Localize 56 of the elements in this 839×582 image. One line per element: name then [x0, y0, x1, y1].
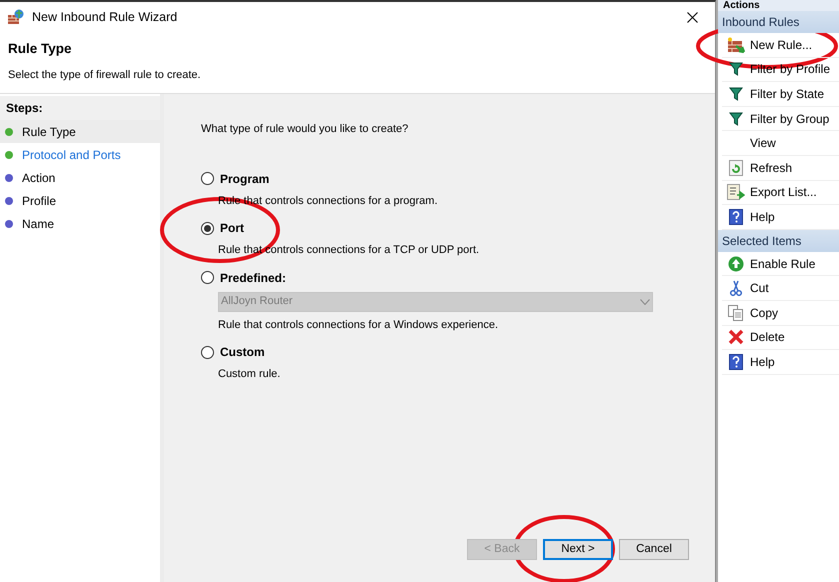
pane-menu-item[interactable]: Enable Rule [722, 252, 839, 276]
pane-menu-item[interactable]: Filter by Group [722, 106, 839, 132]
step-item[interactable]: Name [0, 212, 160, 235]
question-text: What type of rule would you like to create? [201, 122, 410, 137]
help-icon [729, 354, 743, 370]
radio-button[interactable] [201, 271, 214, 284]
step-item[interactable]: Action [0, 166, 160, 189]
step-label: Action [22, 170, 56, 186]
section-header: Inbound Rules [718, 11, 839, 33]
wizard-button[interactable]: Cancel [619, 539, 689, 560]
window-title: New Inbound Rule Wizard [32, 8, 178, 26]
step-label: Profile [22, 192, 56, 210]
actions-header: Actions [718, 0, 839, 11]
steps-label: Steps: [0, 96, 160, 120]
step-label: Name [22, 216, 54, 232]
radio-button[interactable] [201, 222, 214, 234]
option-label: Port [220, 220, 244, 237]
pane-menu-item[interactable]: Copy [722, 300, 839, 326]
section-header: Selected Items [718, 230, 839, 252]
export-list-icon [727, 184, 745, 200]
filter-icon [729, 86, 743, 101]
step-item[interactable]: Rule Type [0, 120, 160, 143]
delete-icon [728, 329, 744, 346]
option-label: Custom [220, 344, 265, 361]
scissors-icon [729, 280, 743, 296]
pane-menu-item[interactable]: Filter by State [722, 82, 839, 107]
pane-menu-item[interactable]: View [722, 131, 839, 156]
option-description: Custom rule. [218, 368, 280, 380]
option-description: Rule that controls connections for a TCP or UDP port. [218, 244, 480, 256]
pane-menu-item[interactable]: Help [722, 350, 839, 375]
pane-menu-item[interactable]: Cut [722, 276, 839, 301]
brick-wall-icon [727, 36, 745, 53]
pane-menu-item[interactable]: Export List... [722, 180, 839, 206]
step-item[interactable]: Profile [0, 189, 160, 212]
filter-icon [729, 112, 743, 126]
close-icon [686, 12, 698, 22]
step-label: Protocol and Ports [22, 146, 121, 164]
page-subtitle: Select the type of firewall rule to create. [8, 68, 202, 84]
dropdown-value: AllJoyn Router [221, 294, 293, 310]
chevron-down-icon [640, 298, 650, 304]
step-item[interactable]: Protocol and Ports [0, 143, 160, 166]
refresh-icon [729, 160, 743, 176]
option-label: Program [220, 170, 270, 188]
pane-menu-item[interactable]: Refresh [722, 156, 839, 181]
page-title: Rule Type [8, 40, 73, 58]
radio-button[interactable] [201, 346, 214, 358]
radio-button[interactable] [201, 172, 214, 185]
copy-icon [728, 304, 744, 321]
step-label: Rule Type [22, 124, 76, 140]
brick-wall-globe-icon [8, 9, 24, 25]
option-description: Rule that controls connections for a Windows experience. [218, 318, 498, 330]
filter-icon [729, 62, 743, 76]
option-label: Predefined: [220, 270, 286, 286]
help-icon [729, 208, 743, 225]
wizard-button[interactable]: Next > [543, 539, 613, 560]
pane-menu-item[interactable]: Delete [722, 326, 839, 350]
